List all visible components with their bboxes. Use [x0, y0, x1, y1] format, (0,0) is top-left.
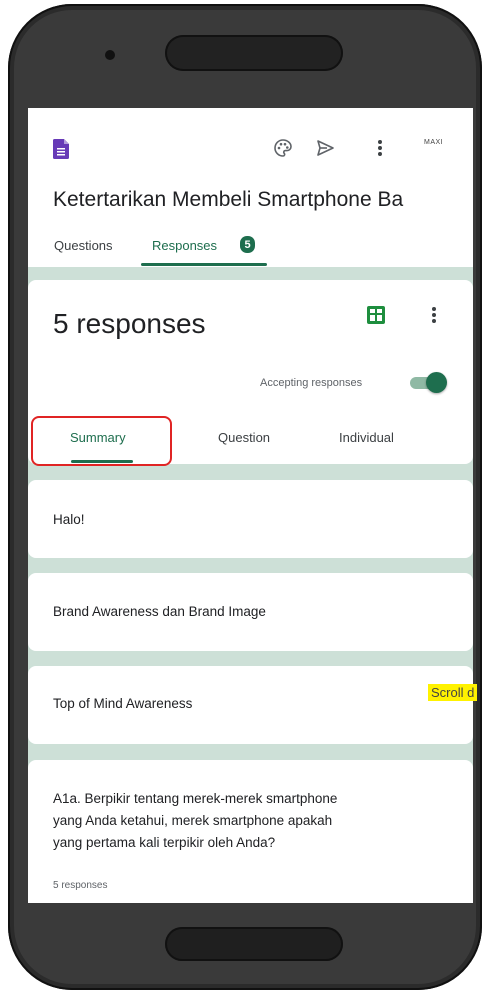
section-card[interactable]: Halo!: [28, 480, 473, 558]
speaker: [165, 35, 343, 71]
more-vert-icon[interactable]: [424, 302, 444, 328]
home-button[interactable]: [165, 927, 343, 961]
palette-icon[interactable]: [269, 134, 297, 162]
more-vert-icon[interactable]: [366, 134, 394, 162]
question-text: A1a. Berpikir tentang merek-merek smartp…: [53, 791, 338, 850]
summary-highlight-box: [31, 416, 172, 466]
forms-icon[interactable]: [53, 139, 69, 159]
toggle-knob: [426, 372, 447, 393]
responses-count: 5 responses: [53, 308, 206, 339]
tab-responses[interactable]: Responses: [152, 238, 217, 253]
subtab-question[interactable]: Question: [218, 430, 270, 445]
section-title: Halo!: [53, 512, 85, 527]
question-card[interactable]: A1a. Berpikir tentang merek-merek smartp…: [28, 760, 473, 903]
active-tab-indicator: [141, 263, 267, 266]
section-card[interactable]: Top of Mind Awareness: [28, 666, 473, 744]
section-title: Brand Awareness dan Brand Image: [53, 604, 266, 619]
section-card[interactable]: Brand Awareness dan Brand Image: [28, 573, 473, 651]
responses-count-badge: 5: [240, 236, 255, 253]
accepting-responses-toggle[interactable]: [406, 371, 447, 393]
subtab-individual[interactable]: Individual: [339, 430, 394, 445]
scroll-annotation: Scroll d: [428, 684, 478, 701]
app-bar: MAXI Ketertarikan Membeli Smartphone Ba …: [28, 108, 473, 267]
send-icon[interactable]: [311, 134, 339, 162]
form-title: Ketertarikan Membeli Smartphone Ba: [53, 188, 404, 211]
screen: MAXI Ketertarikan Membeli Smartphone Ba …: [28, 108, 473, 903]
sheets-icon[interactable]: [367, 306, 385, 324]
camera: [105, 50, 115, 60]
account-avatar[interactable]: MAXI: [424, 139, 443, 146]
section-title: Top of Mind Awareness: [53, 696, 193, 711]
tab-questions[interactable]: Questions: [54, 238, 113, 253]
responses-summary-card: 5 responses Accepting responses Summary …: [28, 280, 473, 466]
accepting-responses-label: Accepting responses: [260, 377, 363, 389]
question-response-count: 5 responses: [53, 880, 108, 891]
